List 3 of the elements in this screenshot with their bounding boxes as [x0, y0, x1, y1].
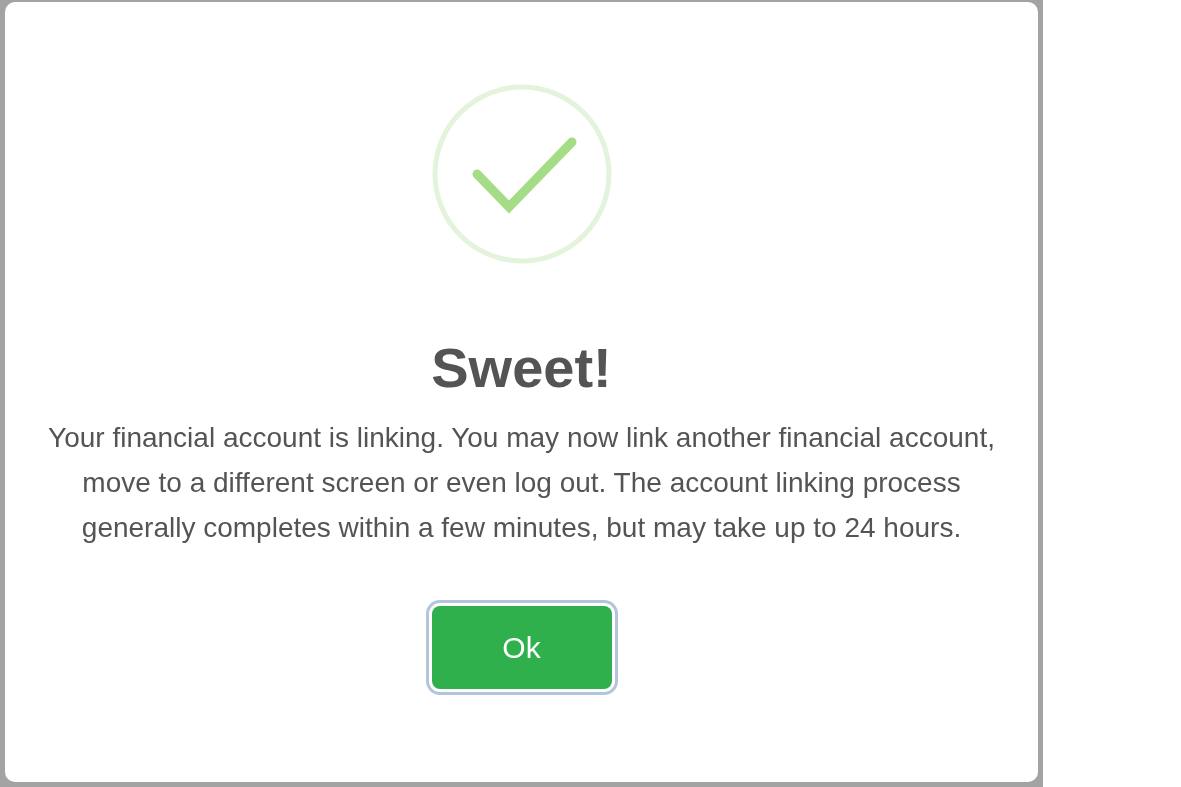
success-check-icon — [431, 84, 612, 264]
dialog-message: Your financial account is linking. You may now link another financial account, move to a different screen or even log out. The account linking process generally completes within a few minutes, but may take up to 24 hours. — [47, 421, 996, 546]
dialog-title: Sweet! — [431, 335, 612, 401]
